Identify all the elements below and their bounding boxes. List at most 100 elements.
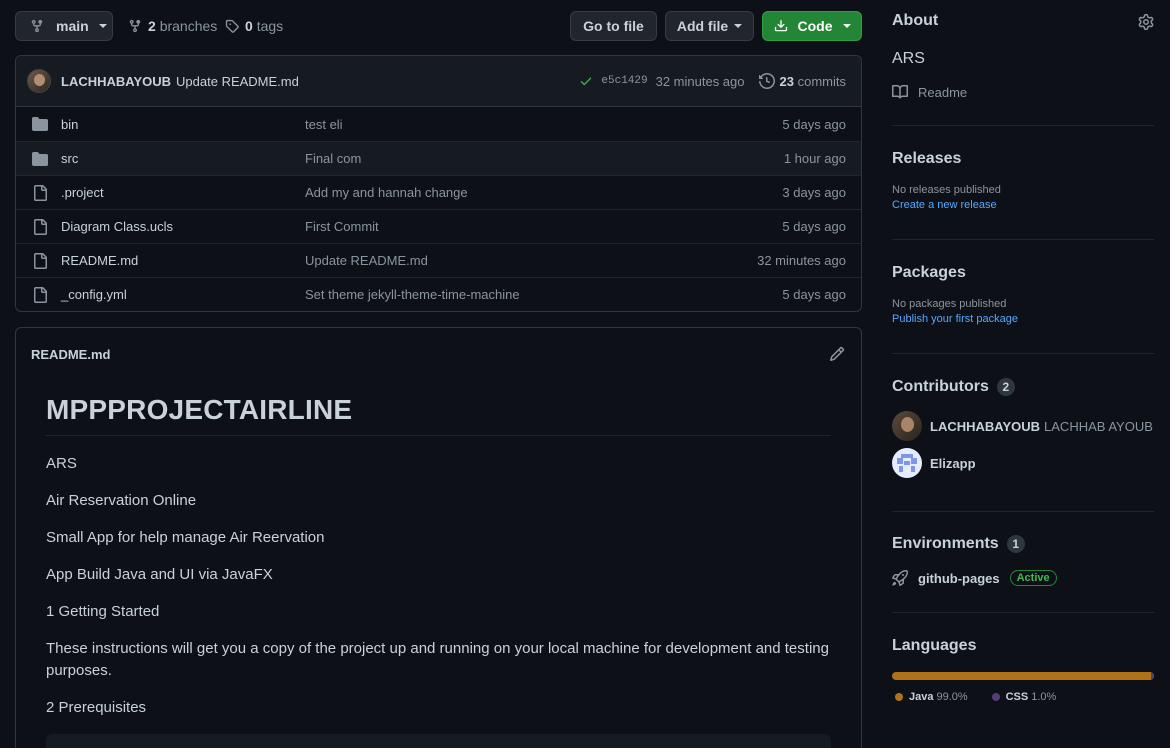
- file-name-link[interactable]: _config.yml: [61, 287, 127, 302]
- file-commit-link[interactable]: test eli: [305, 117, 343, 132]
- commits-label: commits: [797, 73, 846, 89]
- commit-meta: e5c1429 32 minutes ago 23 commits: [579, 56, 846, 106]
- environments-section: Environments 1 github-pages Active: [892, 535, 1154, 613]
- readme-header: README.md: [16, 328, 861, 380]
- file-commit-link[interactable]: Final com: [305, 151, 361, 166]
- file-icon: [34, 287, 47, 303]
- file-row: bin test eli 5 days ago: [16, 107, 861, 141]
- contributor-item[interactable]: Elizapp: [892, 448, 1154, 478]
- file-age: 32 minutes ago: [757, 253, 846, 268]
- avatar[interactable]: [27, 69, 51, 93]
- language-item[interactable]: Java 99.0%: [895, 691, 968, 703]
- readme-panel: README.md MPPPROJECTAIRLINE ARS Air Rese…: [15, 327, 862, 748]
- status-badge: Active: [1009, 570, 1057, 586]
- file-name-link[interactable]: .project: [61, 185, 104, 200]
- releases-heading[interactable]: Releases: [892, 150, 1154, 168]
- branch-icon: [129, 19, 141, 33]
- branch-select-button[interactable]: main: [15, 11, 113, 41]
- contributors-title: Contributors: [892, 378, 989, 395]
- code-button[interactable]: Code: [762, 11, 862, 41]
- repo-toolbar: main 2 branches 0 tags Go to file Add fi…: [15, 11, 862, 41]
- commits-count: 23: [779, 73, 794, 89]
- readme-paragraph: These instructions will get you a copy o…: [46, 640, 829, 679]
- file-icon: [34, 253, 47, 269]
- environments-heading[interactable]: Environments 1: [892, 535, 1154, 553]
- file-row: src Final com 1 hour ago: [16, 141, 861, 175]
- go-to-file-button[interactable]: Go to file: [570, 11, 657, 41]
- language-list: Java 99.0% CSS 1.0%: [892, 688, 1154, 704]
- publish-package-link[interactable]: Publish your first package: [892, 313, 1154, 325]
- gear-icon[interactable]: [1138, 14, 1154, 30]
- avatar: [892, 411, 922, 441]
- tags-label: tags: [256, 18, 284, 34]
- contributors-count: 2: [996, 378, 1015, 396]
- tag-icon: [225, 19, 239, 33]
- tags-count: 0: [245, 18, 253, 34]
- contributor-item[interactable]: LACHHABAYOUB LACHHAB AYOUB: [892, 411, 1154, 441]
- readme-filename-link[interactable]: README.md: [31, 347, 110, 362]
- releases-empty: No releases published: [892, 184, 1001, 196]
- create-release-link[interactable]: Create a new release: [892, 199, 1154, 211]
- packages-heading[interactable]: Packages: [892, 264, 1154, 282]
- file-row: Diagram Class.ucls First Commit 5 days a…: [16, 209, 861, 243]
- readme-link[interactable]: Readme: [892, 84, 1154, 100]
- readme-link-label: Readme: [918, 84, 968, 100]
- language-bar: [892, 672, 1154, 680]
- commit-message-link[interactable]: Update README.md: [176, 74, 299, 89]
- book-icon: [892, 84, 908, 99]
- file-age: 3 days ago: [782, 185, 846, 200]
- about-heading: About: [892, 12, 939, 29]
- readme-paragraph: App Build Java and UI via JavaFX: [46, 566, 273, 583]
- add-file-button[interactable]: Add file: [665, 11, 754, 41]
- language-name: CSS: [1005, 691, 1029, 703]
- language-percent: 1.0%: [1031, 691, 1057, 703]
- pencil-icon[interactable]: [829, 346, 845, 362]
- file-commit-link[interactable]: Update README.md: [305, 253, 428, 268]
- languages-section: Languages Java 99.0% CSS 1.0%: [892, 637, 1154, 717]
- commit-author-link[interactable]: LACHHABAYOUB: [61, 74, 171, 89]
- file-commit-link[interactable]: First Commit: [305, 219, 379, 234]
- language-item[interactable]: CSS 1.0%: [991, 691, 1057, 703]
- file-name-link[interactable]: src: [61, 151, 78, 166]
- branch-name: main: [56, 18, 89, 34]
- commit-sha-link[interactable]: e5c1429: [601, 75, 647, 87]
- tags-link[interactable]: 0 tags: [225, 11, 283, 41]
- branches-link[interactable]: 2 branches: [128, 11, 217, 41]
- file-name-link[interactable]: README.md: [61, 253, 138, 268]
- readme-paragraph: Small App for help manage Air Reervation: [46, 529, 325, 546]
- file-commit-link[interactable]: Add my and hannah change: [305, 185, 468, 200]
- environments-title: Environments: [892, 535, 999, 552]
- check-icon[interactable]: [579, 74, 593, 88]
- packages-section: Packages No packages published Publish y…: [892, 264, 1154, 354]
- branches-count: 2: [148, 18, 156, 34]
- about-description: ARS: [892, 50, 925, 67]
- code-block: [46, 734, 831, 748]
- commit-age: 32 minutes ago: [655, 73, 745, 89]
- language-name: Java: [909, 691, 934, 703]
- readme-paragraph: ARS: [46, 455, 77, 472]
- download-icon: [774, 20, 787, 32]
- rocket-icon: [892, 570, 908, 586]
- contributor-name: LACHHAB AYOUB: [1044, 418, 1153, 434]
- file-row: README.md Update README.md 32 minutes ag…: [16, 243, 861, 277]
- folder-icon: [32, 152, 48, 166]
- about-section: About ARS Readme: [892, 12, 1154, 126]
- chevron-down-icon: [98, 24, 107, 28]
- contributors-heading[interactable]: Contributors 2: [892, 378, 1154, 396]
- chevron-down-icon: [734, 24, 743, 28]
- packages-empty: No packages published: [892, 298, 1007, 310]
- identicon-icon: [897, 454, 917, 472]
- readme-paragraph: 1 Getting Started: [46, 603, 160, 620]
- file-age: 5 days ago: [782, 219, 846, 234]
- commits-history-link[interactable]: 23 commits: [758, 73, 846, 89]
- readme-paragraph: Air Reservation Online: [46, 492, 197, 509]
- file-commit-link[interactable]: Set theme jekyll-theme-time-machine: [305, 287, 520, 302]
- file-name-link[interactable]: Diagram Class.ucls: [61, 219, 173, 234]
- file-name-link[interactable]: bin: [61, 117, 78, 132]
- file-age: 1 hour ago: [783, 151, 846, 166]
- environment-item[interactable]: github-pages Active: [892, 570, 1154, 586]
- add-file-label: Add file: [676, 18, 729, 34]
- environment-name: github-pages: [918, 570, 1000, 586]
- readme-paragraph: 2 Prerequisites: [46, 699, 147, 716]
- avatar: [892, 448, 922, 478]
